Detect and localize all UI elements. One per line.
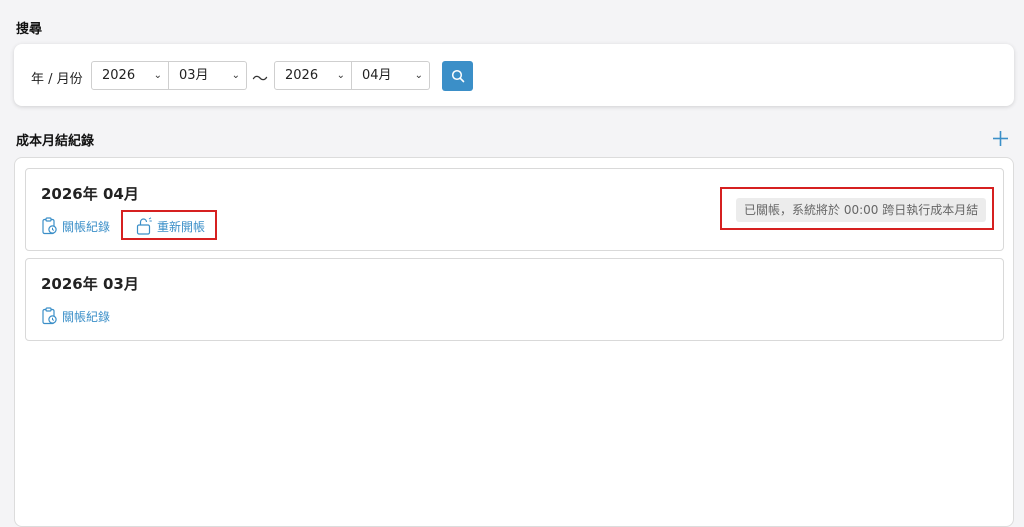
range-separator: ～ bbox=[252, 69, 269, 88]
from-month-value: 03月 bbox=[179, 68, 209, 83]
from-year-select[interactable]: 2026 ⌄ bbox=[91, 61, 169, 90]
search-button[interactable] bbox=[442, 61, 473, 91]
chevron-down-icon: ⌄ bbox=[336, 70, 345, 81]
to-year-value: 2026 bbox=[285, 68, 319, 83]
close-log-label: 關帳紀錄 bbox=[62, 309, 111, 324]
year-month-label: 年 / 月份 bbox=[31, 72, 83, 87]
records-panel: 2026年 04月 關帳紀錄 重新開帳 已關帳，系統將於 00:00 跨日執行成… bbox=[14, 157, 1014, 527]
close-log-link[interactable]: 關帳紀錄 bbox=[41, 217, 110, 235]
close-log-label: 關帳紀錄 bbox=[62, 219, 111, 234]
record-card: 2026年 03月 關帳紀錄 bbox=[25, 258, 1004, 341]
record-card: 2026年 04月 關帳紀錄 重新開帳 已關帳，系統將於 00:00 跨日執行成… bbox=[25, 168, 1004, 251]
plus-icon bbox=[992, 130, 1008, 146]
search-section-title: 搜尋 bbox=[16, 22, 43, 37]
from-month-select[interactable]: 03月 ⌄ bbox=[169, 61, 247, 90]
to-month-value: 04月 bbox=[362, 68, 392, 83]
records-section-title: 成本月結紀錄 bbox=[16, 134, 95, 149]
chevron-down-icon: ⌄ bbox=[414, 70, 423, 81]
clipboard-clock-icon bbox=[42, 217, 57, 235]
record-title: 2026年 04月 bbox=[41, 185, 139, 203]
clipboard-clock-icon bbox=[42, 307, 57, 325]
to-year-select[interactable]: 2026 ⌄ bbox=[274, 61, 352, 90]
add-record-button[interactable] bbox=[990, 128, 1010, 148]
search-card: 年 / 月份 2026 ⌄ 03月 ⌄ ～ 2026 ⌄ 04月 ⌄ bbox=[14, 44, 1014, 106]
record-title: 2026年 03月 bbox=[41, 275, 139, 293]
chevron-down-icon: ⌄ bbox=[153, 70, 162, 81]
reopen-highlight-box bbox=[121, 210, 217, 240]
status-badge: 已關帳，系統將於 00:00 跨日執行成本月結 bbox=[736, 198, 987, 222]
search-icon bbox=[451, 69, 464, 83]
close-log-link[interactable]: 關帳紀錄 bbox=[41, 307, 110, 325]
from-year-value: 2026 bbox=[102, 68, 136, 83]
chevron-down-icon: ⌄ bbox=[231, 70, 240, 81]
to-month-select[interactable]: 04月 ⌄ bbox=[352, 61, 430, 90]
